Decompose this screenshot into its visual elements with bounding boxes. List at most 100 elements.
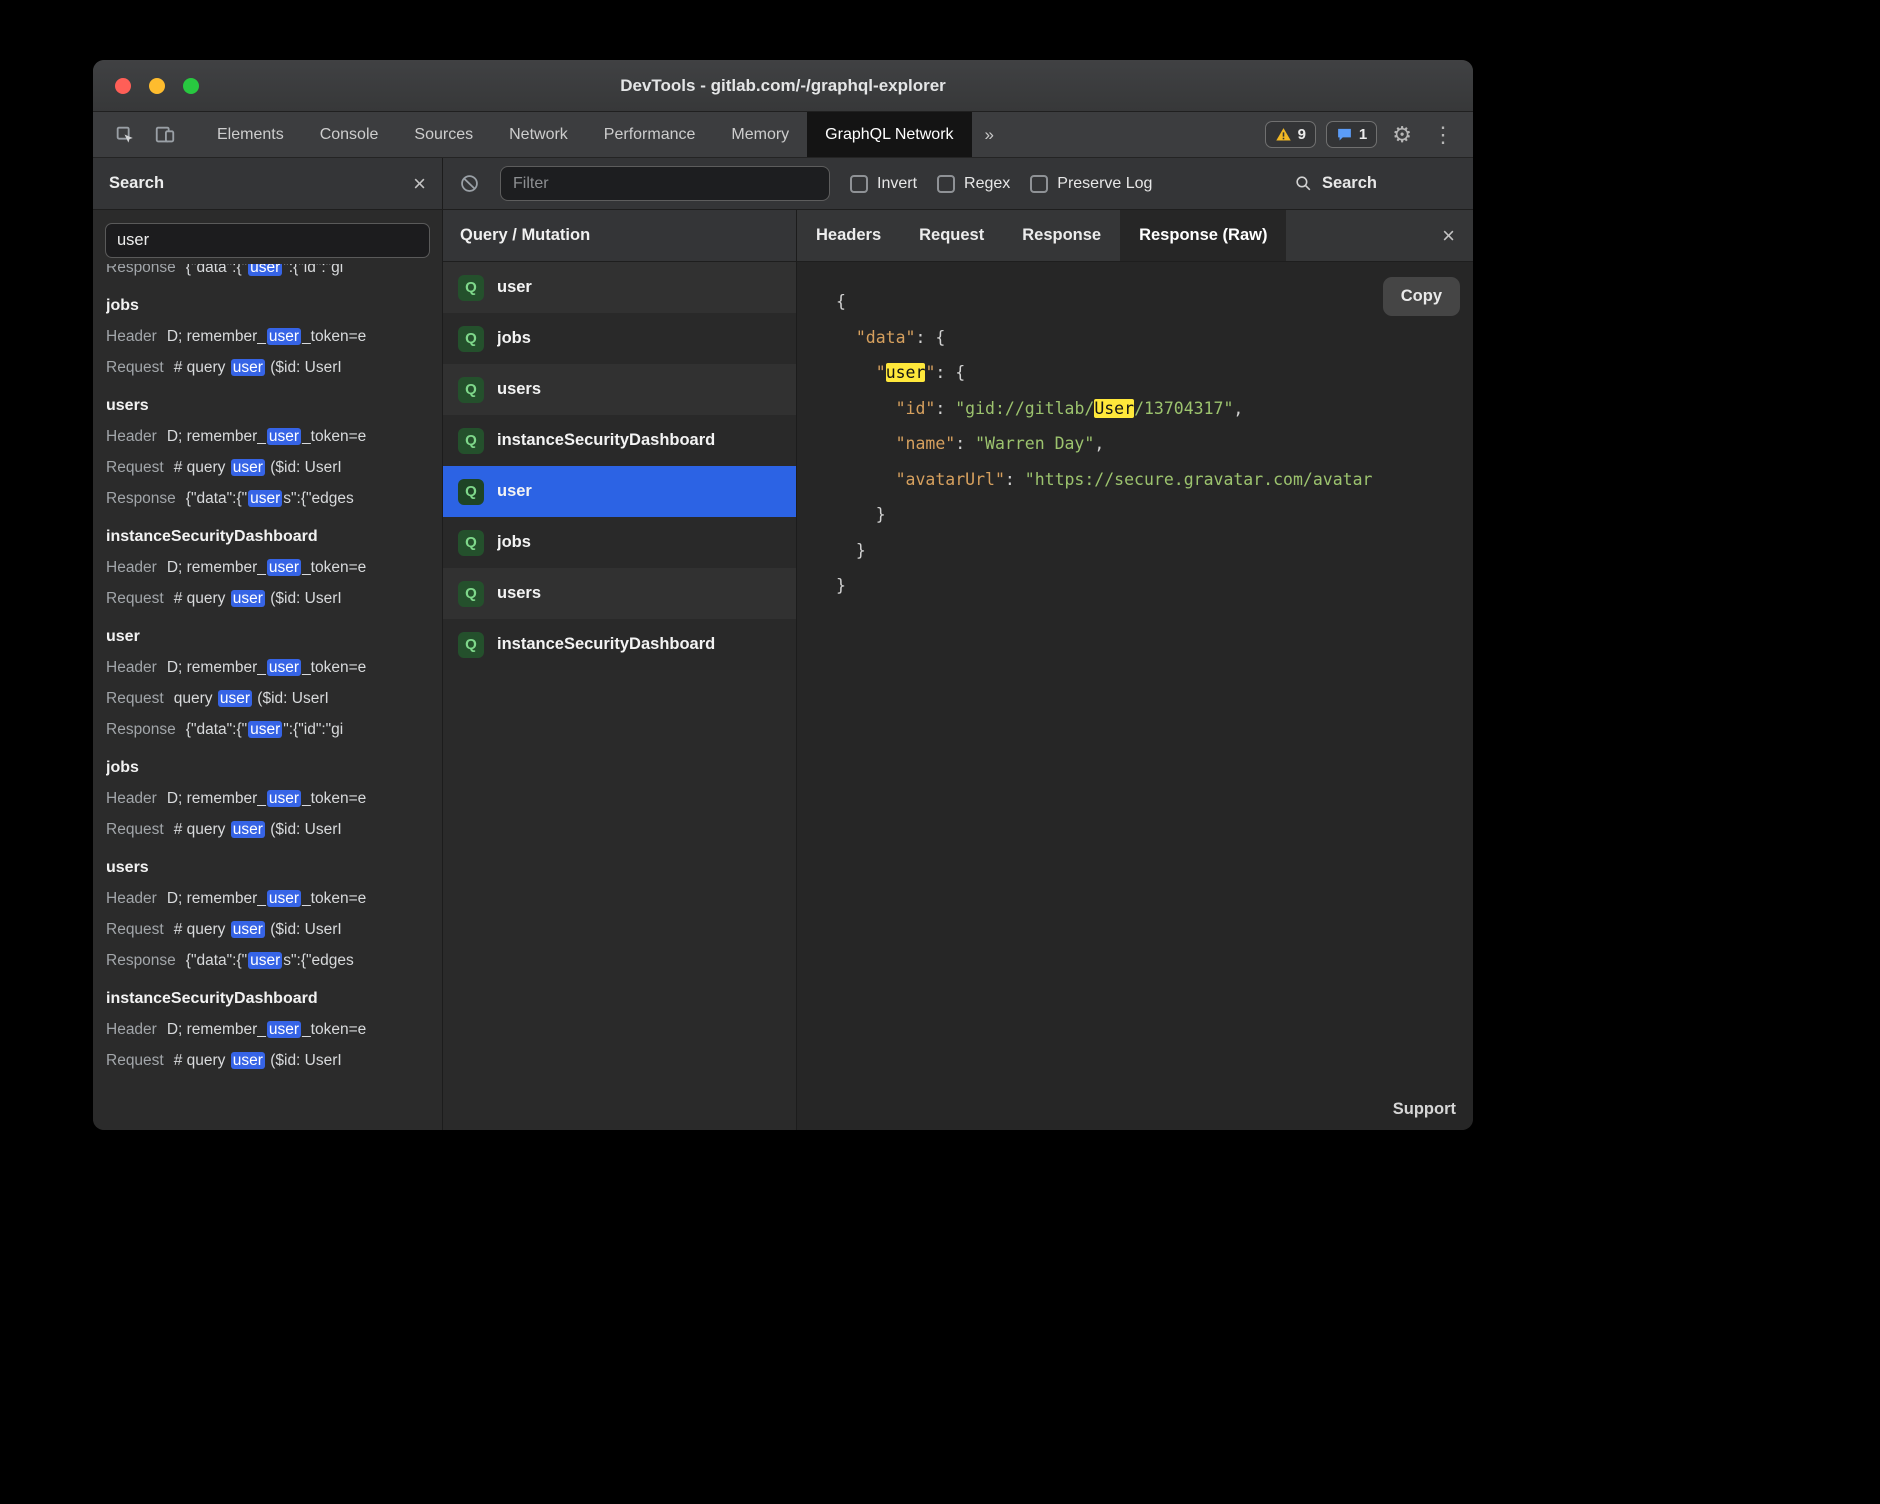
search-result-line[interactable]: Response{"data":{"users":{"edges [106, 483, 429, 514]
more-tabs-button[interactable]: » [972, 112, 1007, 157]
close-detail-button[interactable]: × [1424, 210, 1473, 261]
search-hit: user [267, 559, 301, 576]
invert-checkbox[interactable]: Invert [850, 175, 917, 193]
search-hit: user [231, 359, 265, 376]
line-content: D; remember_user_token=e [167, 328, 366, 345]
json-token: "id" [896, 399, 936, 418]
search-result-line[interactable]: Request# query user ($id: UserI [106, 814, 429, 845]
detail-tab-headers[interactable]: Headers [797, 210, 900, 261]
text-fragment: _token=e [302, 559, 366, 576]
regex-checkbox[interactable]: Regex [937, 175, 1010, 193]
search-result-line[interactable]: HeaderD; remember_user_token=e [106, 1014, 429, 1045]
search-result-title[interactable]: users [106, 852, 429, 883]
device-toolbar-icon [154, 124, 176, 146]
query-list-item[interactable]: Qjobs [443, 517, 796, 568]
search-hit: user [231, 590, 265, 607]
json-token: : [915, 328, 935, 347]
search-result-line[interactable]: HeaderD; remember_user_token=e [106, 783, 429, 814]
search-result-title[interactable]: instanceSecurityDashboard [106, 983, 429, 1014]
filter-input[interactable] [500, 166, 830, 201]
text-fragment: D; remember_ [167, 428, 266, 445]
main-menu-button[interactable]: ⋮ [1427, 124, 1459, 146]
search-result-line[interactable]: HeaderD; remember_user_token=e [106, 552, 429, 583]
copy-button[interactable]: Copy [1383, 277, 1460, 316]
json-token: , [1233, 399, 1243, 418]
query-list-item[interactable]: Qusers [443, 364, 796, 415]
tab-elements[interactable]: Elements [199, 112, 302, 157]
tab-memory[interactable]: Memory [713, 112, 807, 157]
inspect-element-button[interactable] [105, 112, 145, 157]
warnings-badge[interactable]: 9 [1265, 121, 1316, 148]
search-result-line[interactable]: Request# query user ($id: UserI [106, 452, 429, 483]
query-list-item[interactable]: QinstanceSecurityDashboard [443, 415, 796, 466]
search-input[interactable] [105, 223, 430, 258]
search-result-line[interactable]: Request# query user ($id: UserI [106, 914, 429, 945]
settings-button[interactable]: ⚙ [1387, 124, 1417, 146]
device-toolbar-button[interactable] [145, 112, 185, 157]
clear-requests-button[interactable] [459, 173, 480, 194]
tab-performance[interactable]: Performance [586, 112, 714, 157]
detail-tab-response-raw[interactable]: Response (Raw) [1120, 210, 1286, 261]
tab-console[interactable]: Console [302, 112, 397, 157]
line-label: Request [106, 459, 164, 476]
search-result-title[interactable]: user [106, 621, 429, 652]
search-result-entry: instanceSecurityDashboardHeaderD; rememb… [106, 983, 429, 1076]
search-toggle-button[interactable]: Search [1294, 174, 1377, 193]
text-fragment: ($id: UserI [266, 1052, 342, 1069]
search-result-line[interactable]: Request# query user ($id: UserI [106, 583, 429, 614]
search-result-title[interactable]: jobs [106, 752, 429, 783]
query-list-item[interactable]: Quser [443, 466, 796, 517]
tab-network[interactable]: Network [491, 112, 586, 157]
query-list-item[interactable]: QinstanceSecurityDashboard [443, 619, 796, 670]
search-result-line[interactable]: Requestquery user ($id: UserI [106, 683, 429, 714]
json-token: /13704317" [1134, 399, 1233, 418]
zoom-window-button[interactable] [183, 78, 199, 94]
detail-tab-response[interactable]: Response [1003, 210, 1120, 261]
close-search-panel-button[interactable]: × [413, 173, 426, 195]
query-list-item[interactable]: Qusers [443, 568, 796, 619]
line-content: # query user ($id: UserI [174, 590, 342, 607]
search-result-line[interactable]: Response{"data":{"user":{"id":"gi [106, 714, 429, 745]
line-label: Response [106, 490, 176, 507]
regex-checkbox-label: Regex [964, 175, 1010, 193]
checkbox-box [850, 175, 868, 193]
search-result-line[interactable]: Request# query user ($id: UserI [106, 352, 429, 383]
search-result-entry: usersHeaderD; remember_user_token=eReque… [106, 852, 429, 976]
tab-sources[interactable]: Sources [396, 112, 491, 157]
search-result-line[interactable]: HeaderD; remember_user_token=e [106, 321, 429, 352]
issues-badge[interactable]: 1 [1326, 121, 1377, 148]
search-hit: user [267, 1021, 301, 1038]
search-result-line[interactable]: Response{"data":{"users":{"edges [106, 945, 429, 976]
search-result-title[interactable]: instanceSecurityDashboard [106, 521, 429, 552]
search-result-title[interactable]: users [106, 390, 429, 421]
query-type-icon: Q [458, 377, 484, 403]
search-panel-header: Search × [93, 158, 443, 209]
text-fragment: s":{"edges [283, 490, 353, 507]
text-fragment: _token=e [302, 1021, 366, 1038]
tabbar-right-controls: 9 1 ⚙ ⋮ [1265, 112, 1473, 157]
search-result-line[interactable]: HeaderD; remember_user_token=e [106, 421, 429, 452]
query-label: user [497, 482, 532, 501]
search-result-line[interactable]: Response{"data":{"user":{"id":"gi [106, 264, 429, 283]
text-fragment: # query [174, 921, 230, 938]
preserve-log-checkbox[interactable]: Preserve Log [1030, 175, 1152, 193]
query-label: instanceSecurityDashboard [497, 635, 715, 654]
query-list-item[interactable]: Quser [443, 262, 796, 313]
json-token: } [836, 541, 866, 560]
support-link[interactable]: Support [1393, 1100, 1456, 1119]
inspect-cursor-icon [114, 124, 136, 146]
search-result-title[interactable]: jobs [106, 290, 429, 321]
detail-tab-request[interactable]: Request [900, 210, 1003, 261]
tab-graphql-network[interactable]: GraphQL Network [807, 112, 971, 157]
search-hit: user [231, 1052, 265, 1069]
minimize-window-button[interactable] [149, 78, 165, 94]
close-window-button[interactable] [115, 78, 131, 94]
preserve-log-checkbox-label: Preserve Log [1057, 175, 1152, 193]
query-list-item[interactable]: Qjobs [443, 313, 796, 364]
search-result-line[interactable]: Request# query user ($id: UserI [106, 1045, 429, 1076]
search-result-line[interactable]: HeaderD; remember_user_token=e [106, 883, 429, 914]
search-result-line[interactable]: HeaderD; remember_user_token=e [106, 652, 429, 683]
query-type-icon: Q [458, 275, 484, 301]
query-type-icon: Q [458, 530, 484, 556]
query-label: instanceSecurityDashboard [497, 431, 715, 450]
